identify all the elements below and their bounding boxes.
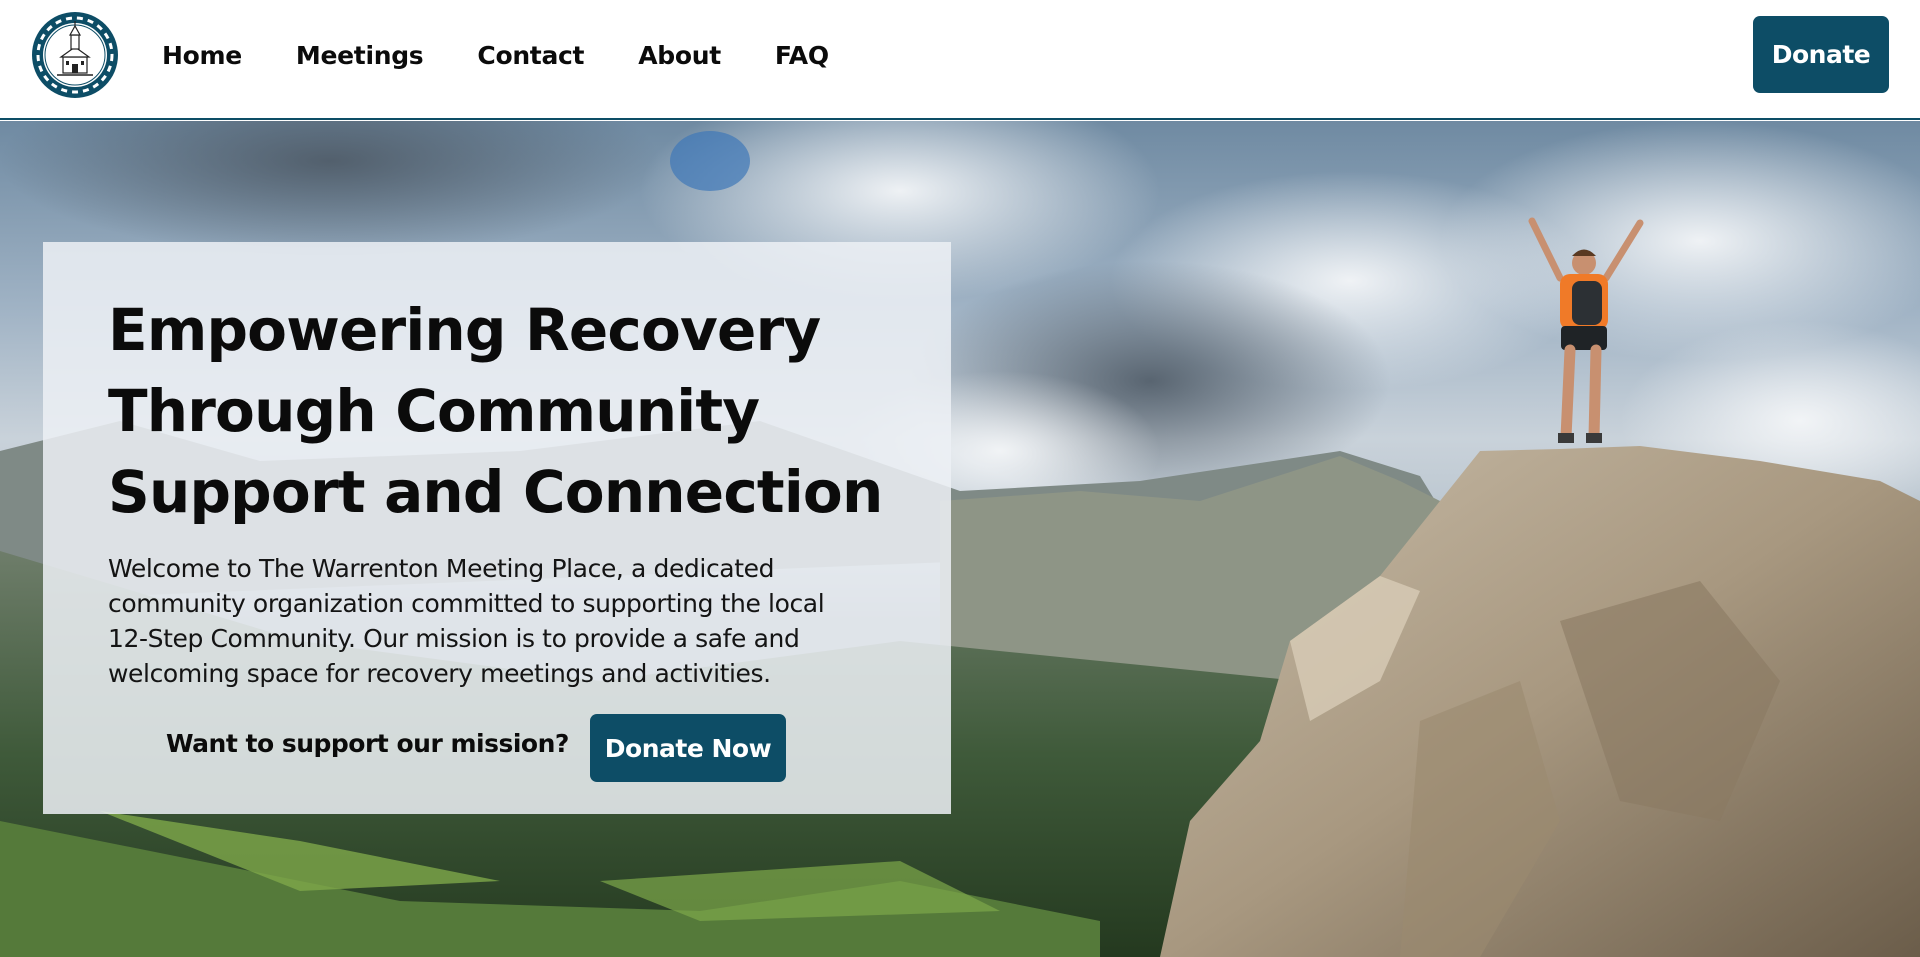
donate-now-button[interactable]: Donate Now: [590, 714, 786, 782]
hero-description-line: Welcome to The Warrenton Meeting Place, …: [108, 554, 775, 583]
site-logo[interactable]: [31, 11, 119, 99]
cta-label: Want to support our mission?: [166, 729, 569, 758]
hero-card: Empowering Recovery Through Community Su…: [43, 242, 951, 814]
site-header: Home Meetings Contact About FAQ Donate: [0, 0, 1920, 120]
logo-seal-icon: [32, 12, 118, 98]
hero-description-line: community organization committed to supp…: [108, 589, 825, 618]
hero-title-line: Support and Connection: [108, 458, 883, 526]
nav-faq[interactable]: FAQ: [775, 41, 829, 70]
hero-description-line: welcoming space for recovery meetings an…: [108, 659, 771, 688]
hero-title-line: Empowering Recovery: [108, 296, 821, 364]
hero-title: Empowering Recovery Through Community Su…: [108, 290, 908, 533]
nav-about[interactable]: About: [638, 41, 721, 70]
hero-description-line: 12-Step Community. Our mission is to pro…: [108, 624, 800, 653]
hero-title-line: Through Community: [108, 377, 760, 445]
hero-description: Welcome to The Warrenton Meeting Place, …: [108, 551, 868, 691]
donate-button[interactable]: Donate: [1753, 16, 1889, 93]
main-nav: Home Meetings Contact About FAQ: [162, 0, 883, 110]
nav-meetings[interactable]: Meetings: [296, 41, 424, 70]
nav-contact[interactable]: Contact: [477, 41, 584, 70]
nav-home[interactable]: Home: [162, 41, 242, 70]
